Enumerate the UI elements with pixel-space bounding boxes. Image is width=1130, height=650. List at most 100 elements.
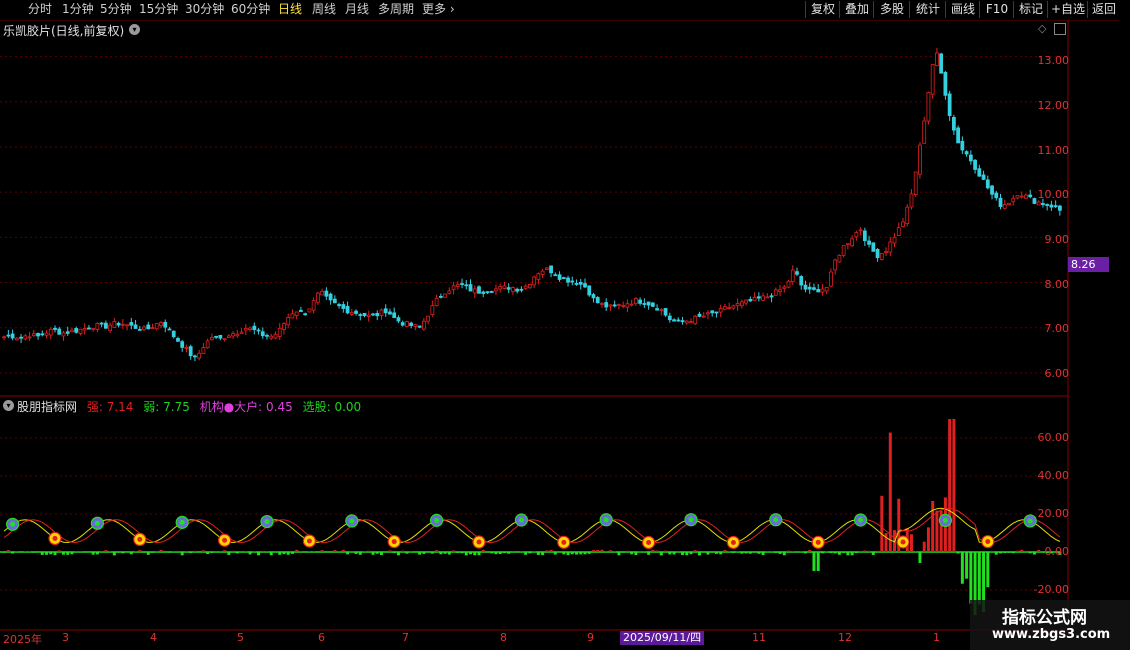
candle-body xyxy=(498,286,503,290)
f10-button[interactable]: F10 xyxy=(979,1,1014,18)
indicator-bar xyxy=(184,551,188,552)
tab-1min[interactable]: 1分钟 xyxy=(62,2,94,17)
candle-body xyxy=(1007,202,1011,206)
indicator-bar xyxy=(129,552,133,555)
indicator-bar xyxy=(1037,549,1041,552)
tab-60min[interactable]: 60分钟 xyxy=(231,2,270,17)
indicator-bar xyxy=(180,552,184,556)
pick-label: 选股: xyxy=(302,400,331,414)
indicator-bar xyxy=(825,551,829,552)
tab-daily[interactable]: 日线 xyxy=(278,2,302,17)
candle-body xyxy=(413,324,418,327)
y-tick-11: 11.00 xyxy=(1037,144,1070,157)
draw-line-button[interactable]: 画线 xyxy=(945,1,980,18)
candle-body xyxy=(604,302,609,308)
candle-body xyxy=(19,336,23,339)
candle-body xyxy=(103,322,108,329)
candle-body xyxy=(133,324,138,329)
chevron-right-icon: › xyxy=(449,2,455,16)
tab-multi-period[interactable]: 多周期 xyxy=(378,2,414,17)
indicator-bar xyxy=(570,552,574,555)
candle-body xyxy=(621,304,626,307)
candle-body xyxy=(561,277,566,279)
candle-body xyxy=(99,322,104,325)
tab-more[interactable]: 更多 › xyxy=(422,2,455,17)
indicator-bar xyxy=(2,552,6,553)
stats-button[interactable]: 统计 xyxy=(909,1,946,18)
buy-marker-icon xyxy=(6,517,20,531)
mark-button[interactable]: 标记 xyxy=(1013,1,1048,18)
indicator-bar xyxy=(960,552,964,584)
candle-body xyxy=(693,315,698,325)
indicator-bar xyxy=(223,550,227,552)
indicator-bar xyxy=(227,552,231,555)
indicator-bar xyxy=(248,552,252,555)
indicator-bar xyxy=(112,552,116,556)
indicator-bar xyxy=(994,552,998,555)
indicator-bar xyxy=(257,552,261,556)
indicator-bar xyxy=(693,550,697,552)
tab-5min[interactable]: 5分钟 xyxy=(100,2,132,17)
indicator-bar xyxy=(744,552,748,554)
candle-body xyxy=(379,309,384,316)
add-favorite-button[interactable]: +自选 xyxy=(1047,1,1088,18)
indicator-bar xyxy=(193,550,197,552)
candle-body xyxy=(193,355,197,358)
multi-stock-button[interactable]: 多股 xyxy=(873,1,910,18)
candle-body xyxy=(930,63,935,95)
indicator-bar xyxy=(15,551,19,552)
tab-15min[interactable]: 15分钟 xyxy=(139,2,178,17)
candle-body xyxy=(222,338,227,341)
indicator-bar xyxy=(1020,549,1024,552)
candle-body xyxy=(892,236,897,244)
candle-body xyxy=(595,297,600,304)
indicator-bar xyxy=(969,552,973,604)
candle-body xyxy=(1053,205,1058,208)
x-label-9: 9 xyxy=(587,631,594,644)
tab-weekly[interactable]: 周线 xyxy=(312,2,336,17)
indicator-bar xyxy=(11,552,15,554)
indicator-bar xyxy=(816,552,820,571)
buy-marker-icon xyxy=(938,513,953,528)
right-side-strip xyxy=(1119,20,1130,650)
watermark-title: 指标公式网 xyxy=(1002,608,1087,628)
candle-body xyxy=(1057,205,1062,211)
weak-readout: 弱: 7.75 xyxy=(143,400,190,414)
ind-y-tick-20: 20.00 xyxy=(1037,507,1070,520)
candle-body xyxy=(354,310,358,314)
indicator-menu-icon[interactable]: ▾ xyxy=(3,400,14,411)
candle-body xyxy=(536,273,541,280)
indicator-bar xyxy=(1028,552,1032,554)
candle-body xyxy=(905,206,910,224)
candle-body xyxy=(566,277,570,283)
candle-body xyxy=(820,288,825,293)
indicator-bar xyxy=(379,552,383,556)
tab-30min[interactable]: 30分钟 xyxy=(185,2,224,17)
candle-body xyxy=(358,314,363,316)
indicator-bar xyxy=(333,550,337,552)
candle-body xyxy=(867,240,871,245)
y-tick-6: 6.00 xyxy=(1044,367,1070,380)
tab-monthly[interactable]: 月线 xyxy=(345,2,369,17)
candle-body xyxy=(739,301,744,307)
candle-body xyxy=(201,347,206,354)
indicator-bar xyxy=(753,552,757,553)
candle-body xyxy=(78,328,83,334)
candle-body xyxy=(845,243,850,246)
candle-body xyxy=(587,285,592,296)
ind-y-tick-60: 60.00 xyxy=(1037,431,1070,444)
tab-fenshi[interactable]: 分时 xyxy=(28,2,52,17)
indicator-bar xyxy=(884,533,888,552)
back-button[interactable]: 返回 xyxy=(1087,1,1120,18)
candle-body xyxy=(345,305,350,314)
candle-body xyxy=(163,321,168,328)
indicator-bar xyxy=(23,551,27,552)
restore-rights-button[interactable]: 复权 xyxy=(805,1,840,18)
candle-body xyxy=(159,322,163,326)
candle-body xyxy=(226,335,231,339)
overlay-button[interactable]: 叠加 xyxy=(839,1,874,18)
indicator-bar xyxy=(579,552,583,555)
candle-body xyxy=(460,283,464,285)
stock-chart[interactable] xyxy=(0,20,1119,632)
candle-body xyxy=(918,144,922,175)
